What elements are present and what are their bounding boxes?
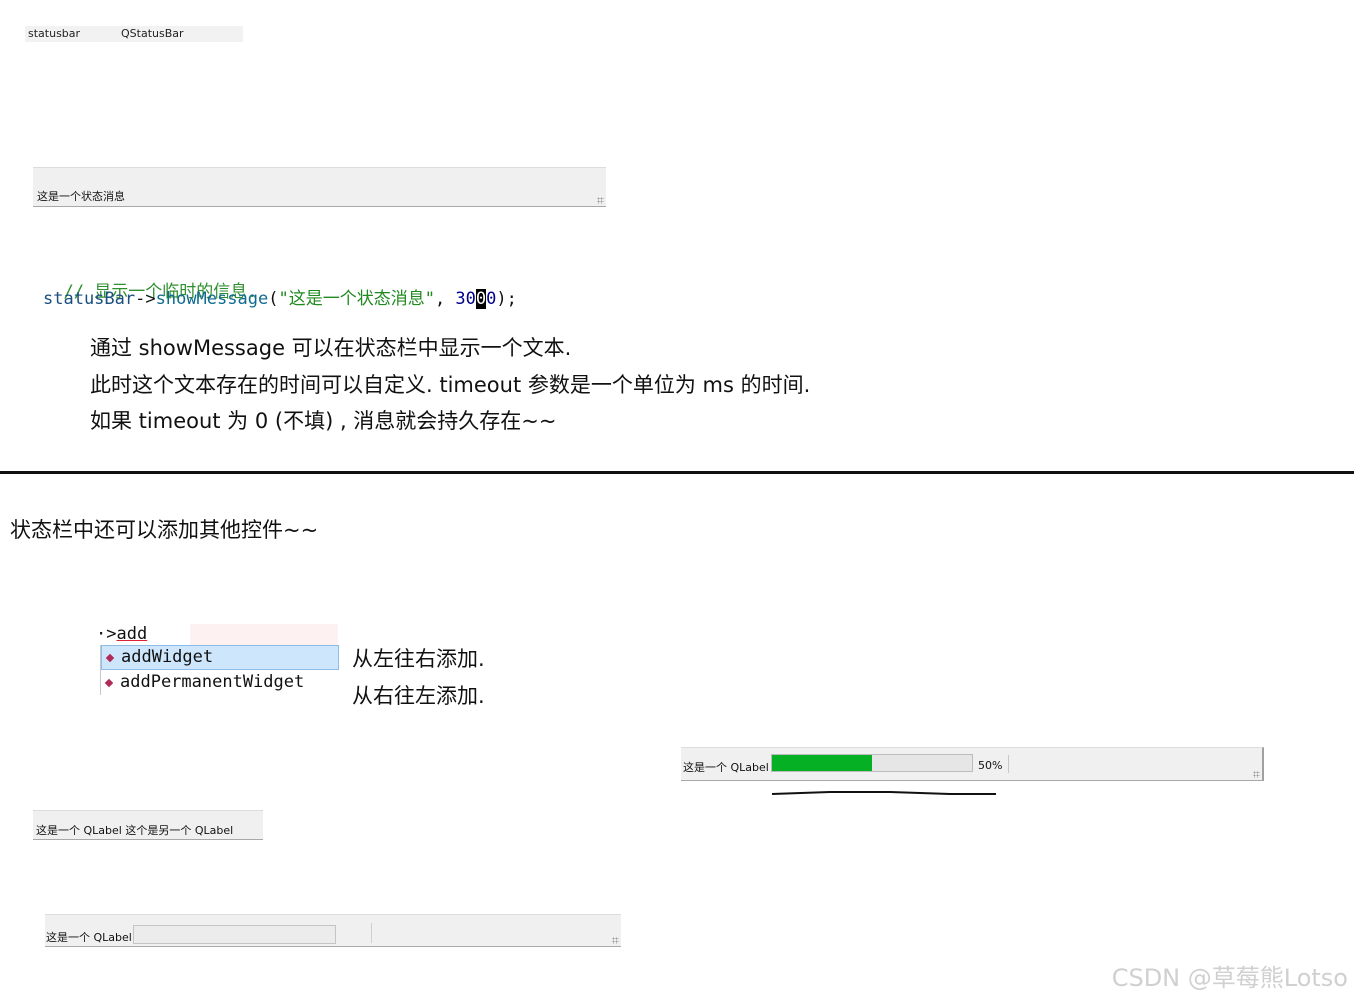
section-divider bbox=[0, 471, 1354, 474]
object-inspector-row[interactable]: statusbar QStatusBar bbox=[25, 26, 243, 42]
statusbar-message-preview: 这是一个状态消息 bbox=[33, 167, 606, 207]
statusbar-label: 这是一个 QLabel bbox=[683, 761, 769, 774]
size-grip-icon[interactable] bbox=[597, 197, 604, 204]
size-grip-icon[interactable] bbox=[612, 937, 619, 944]
progress-bar bbox=[771, 754, 973, 772]
statusbar-line-edit[interactable] bbox=[133, 925, 336, 944]
method-icon bbox=[104, 678, 114, 688]
watermark: CSDN @草莓熊Lotso bbox=[1111, 964, 1348, 992]
typed-code: ·>add bbox=[96, 624, 148, 644]
note-right-to-left: 从右往左添加. bbox=[352, 684, 485, 708]
size-grip-icon[interactable] bbox=[1253, 771, 1260, 778]
text-cursor: 0 bbox=[475, 289, 487, 309]
code-line: statusBar->showMessage("这是一个状态消息", 3000)… bbox=[43, 289, 517, 309]
method-icon bbox=[105, 653, 115, 663]
statusbar-edit-preview: 这是一个 QLabel bbox=[45, 914, 621, 947]
statusbar-progress-preview: 这是一个 QLabel 50% bbox=[681, 747, 1264, 781]
statusbar-edit-label: 这是一个 QLabel bbox=[46, 931, 132, 944]
note-line-1: 通过 showMessage 可以在状态栏中显示一个文本. bbox=[90, 336, 572, 360]
object-class: QStatusBar bbox=[121, 27, 184, 40]
separator bbox=[371, 923, 372, 943]
statusbar-message-text: 这是一个状态消息 bbox=[37, 190, 125, 203]
completion-item-addpermanentwidget[interactable]: addPermanentWidget bbox=[101, 671, 339, 696]
object-name: statusbar bbox=[28, 27, 81, 40]
statusbar-labels-text: 这是一个 QLabel 这个是另一个 QLabel bbox=[36, 824, 234, 837]
note-line-2: 此时这个文本存在的时间可以自定义. timeout 参数是一个单位为 ms 的时… bbox=[90, 373, 811, 397]
statusbar-two-labels-preview: 这是一个 QLabel 这个是另一个 QLabel bbox=[33, 810, 263, 840]
autocomplete-popup: addWidget addPermanentWidget bbox=[100, 645, 339, 695]
progress-fill bbox=[772, 755, 872, 771]
note-line-3: 如果 timeout 为 0 (不填) , 消息就会持久存在~~ bbox=[90, 409, 557, 433]
separator bbox=[1008, 755, 1009, 773]
completion-item-addwidget[interactable]: addWidget bbox=[101, 645, 339, 670]
typed-highlight bbox=[190, 624, 338, 645]
annotation-underline bbox=[771, 791, 996, 795]
note-left-to-right: 从左往右添加. bbox=[352, 647, 485, 671]
section-heading: 状态栏中还可以添加其他控件~~ bbox=[10, 518, 319, 542]
progress-text: 50% bbox=[978, 759, 1003, 772]
